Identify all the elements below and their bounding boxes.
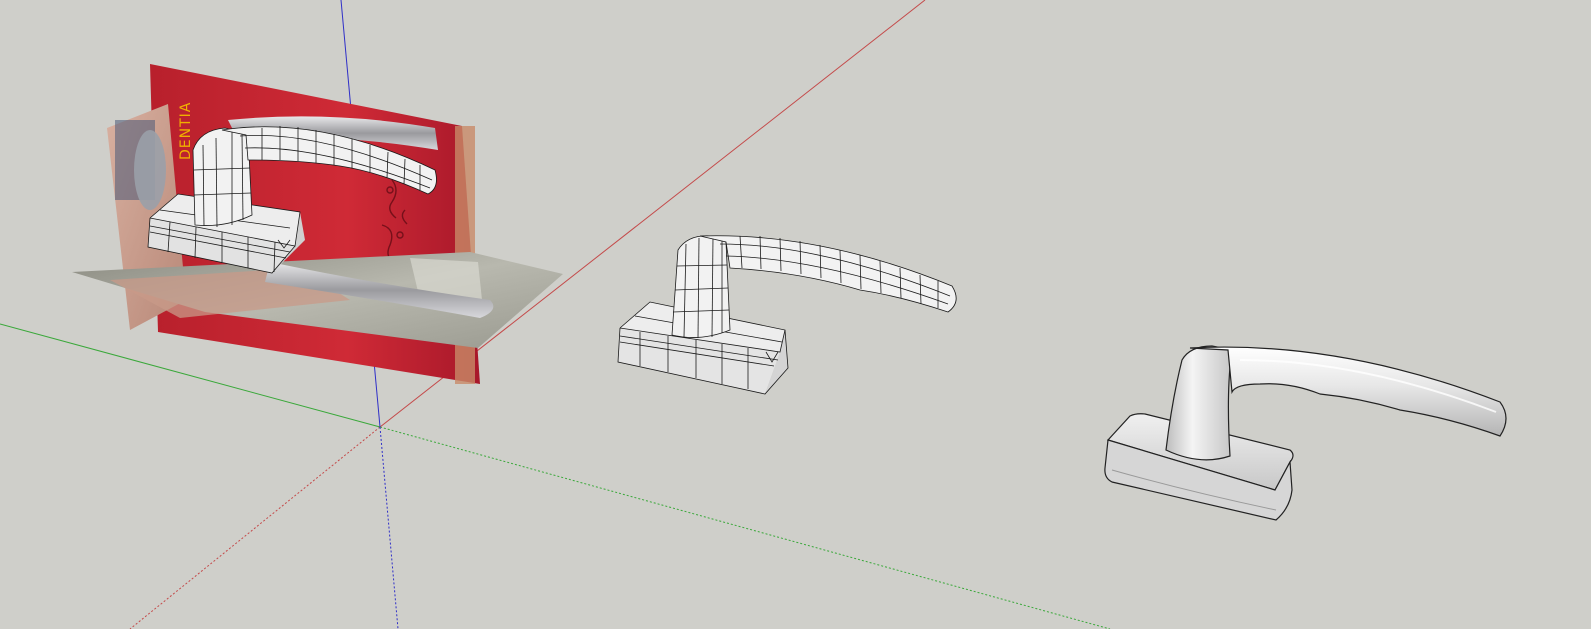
handle-wireframe[interactable] (617, 235, 957, 395)
reference-photo-group[interactable]: DENTIA (72, 64, 563, 384)
handle3-lever (1189, 346, 1507, 437)
handle3-neck (1165, 345, 1233, 461)
photo-text: DENTIA (178, 102, 194, 160)
blue-axis-negative (379, 426, 399, 629)
scene-canvas[interactable]: DENTIA (0, 0, 1591, 629)
green-axis-negative (379, 426, 1111, 629)
3d-viewport[interactable]: DENTIA (0, 0, 1591, 629)
handle-smooth[interactable] (1104, 345, 1507, 521)
red-axis-negative (129, 426, 381, 629)
